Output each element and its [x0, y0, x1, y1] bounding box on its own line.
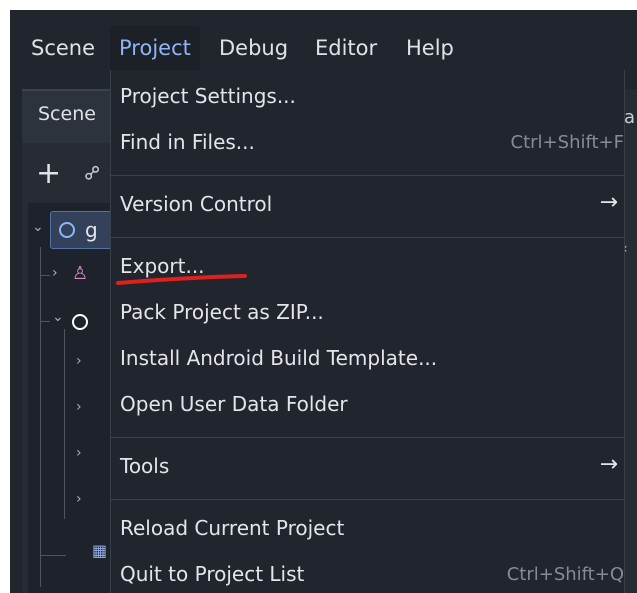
project-menu-dropdown: Project Settings... Find in Files... Ctr… — [110, 70, 625, 593]
menu-item-pack-zip[interactable]: Pack Project as ZIP... — [111, 292, 624, 336]
tree-root-label: g — [85, 218, 98, 242]
tree-guide-line — [40, 275, 50, 276]
menu-project[interactable]: Project — [110, 26, 200, 70]
menu-item-quit-to-project-list[interactable]: Quit to Project List Ctrl+Shift+Q — [111, 554, 624, 593]
menu-item-label: Project Settings... — [120, 84, 296, 108]
collapse-chevron-icon[interactable]: ⌄ — [32, 219, 44, 235]
expand-chevron-icon[interactable]: › — [76, 491, 82, 507]
link-icon[interactable]: ⚯ — [78, 159, 107, 188]
scene-toolbar: + ⚯ — [22, 145, 122, 203]
expand-chevron-icon[interactable]: › — [76, 399, 82, 415]
menu-item-version-control[interactable]: Version Control → — [111, 184, 624, 228]
menu-debug[interactable]: Debug — [219, 26, 288, 70]
menu-item-open-user-data[interactable]: Open User Data Folder — [111, 384, 624, 428]
submenu-arrow-icon: → — [599, 190, 618, 215]
menu-item-tools[interactable]: Tools → — [111, 446, 624, 490]
right-panel-partial-text: a — [624, 107, 636, 128]
menu-item-project-settings[interactable]: Project Settings... — [111, 76, 624, 120]
menu-item-label: Quit to Project List — [120, 562, 305, 586]
tree-guide-line — [64, 329, 65, 519]
menu-item-export[interactable]: Export... — [111, 246, 624, 290]
grid-node-icon: ▦ — [92, 541, 108, 560]
menu-item-label: Find in Files... — [120, 130, 255, 154]
menu-item-find-in-files[interactable]: Find in Files... Ctrl+Shift+F — [111, 122, 624, 166]
node-circle-icon — [59, 222, 75, 238]
menu-scene[interactable]: Scene — [31, 26, 95, 70]
menu-separator — [111, 175, 624, 176]
expand-chevron-icon[interactable]: › — [76, 353, 82, 369]
collapse-chevron-icon[interactable]: ⌄ — [52, 309, 64, 325]
menu-separator — [111, 437, 624, 438]
add-node-icon[interactable]: + — [36, 159, 61, 189]
node-circle-icon — [72, 314, 88, 330]
expand-chevron-icon[interactable]: › — [52, 265, 58, 281]
red-underline-annotation — [116, 274, 247, 285]
menu-editor[interactable]: Editor — [315, 26, 377, 70]
tree-guide-line — [40, 247, 41, 587]
menu-item-label: Reload Current Project — [120, 516, 345, 540]
menu-separator — [111, 499, 624, 500]
menu-item-label: Pack Project as ZIP... — [120, 300, 324, 324]
submenu-arrow-icon: → — [599, 452, 618, 477]
tab-scene-label: Scene — [38, 103, 96, 125]
menu-item-label: Tools — [120, 454, 170, 478]
menu-item-label: Version Control — [120, 192, 273, 216]
menu-help[interactable]: Help — [406, 26, 454, 70]
menu-item-reload-project[interactable]: Reload Current Project — [111, 508, 624, 552]
editor-window: Scene Project Debug Editor Help Scene + … — [10, 10, 637, 593]
menu-separator — [111, 237, 624, 238]
shortcut-label: Ctrl+Shift+F — [510, 132, 624, 153]
menu-item-install-android-template[interactable]: Install Android Build Template... — [111, 338, 624, 382]
expand-chevron-icon[interactable]: › — [76, 445, 82, 461]
shortcut-label: Ctrl+Shift+Q — [506, 564, 624, 585]
menu-item-label: Open User Data Folder — [120, 392, 348, 416]
menu-item-label: Install Android Build Template... — [120, 346, 438, 370]
tab-scene[interactable]: Scene — [22, 91, 122, 143]
character-node-icon: ♙ — [72, 263, 89, 284]
tree-guide-line — [40, 321, 50, 322]
tree-guide-line — [40, 555, 66, 556]
